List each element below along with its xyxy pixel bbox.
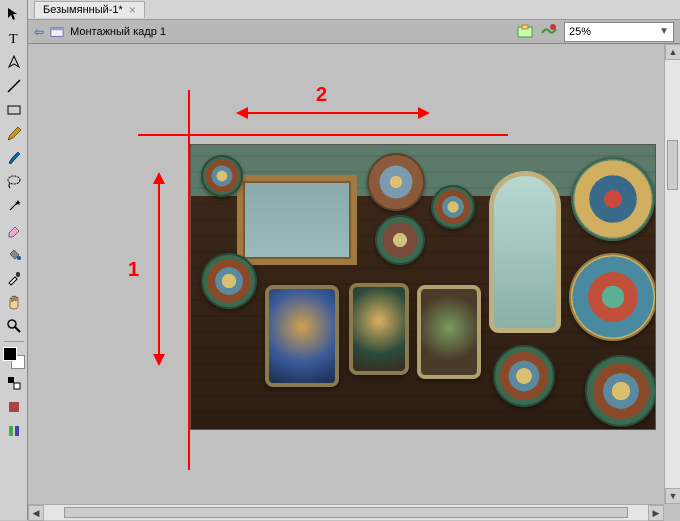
scene-title: Монтажный кадр 1 xyxy=(70,26,166,38)
scroll-left-icon[interactable]: ◀ xyxy=(28,505,44,521)
tab-bar: Безымянный-1* × xyxy=(0,0,680,20)
move-tool[interactable] xyxy=(3,3,25,25)
toolbox: T xyxy=(0,0,28,520)
chevron-down-icon: ▼ xyxy=(659,26,669,37)
scroll-right-icon[interactable]: ▶ xyxy=(648,505,664,521)
annotation-label-2: 2 xyxy=(316,84,327,107)
guide-vertical xyxy=(188,90,190,470)
scene-icon-a[interactable] xyxy=(516,23,534,41)
mode-a-icon[interactable] xyxy=(3,396,25,418)
vertical-scrollbar[interactable]: ▲ ▼ xyxy=(664,44,680,504)
bucket-tool[interactable] xyxy=(3,243,25,265)
document-header: ⇦ Монтажный кадр 1 25% ▼ xyxy=(28,20,680,44)
arrow-horizontal xyxy=(238,112,428,114)
arrow-vertical xyxy=(158,174,160,364)
lasso-tool[interactable] xyxy=(3,171,25,193)
annotation-label-1: 1 xyxy=(128,259,139,282)
back-icon[interactable]: ⇦ xyxy=(34,25,44,39)
scroll-thumb[interactable] xyxy=(667,140,678,190)
guide-horizontal xyxy=(138,134,508,136)
zoom-tool[interactable] xyxy=(3,315,25,337)
wand-tool[interactable] xyxy=(3,195,25,217)
scene-icon-b[interactable] xyxy=(540,23,558,41)
document-tab[interactable]: Безымянный-1* × xyxy=(34,1,145,18)
canvas-image xyxy=(190,144,656,430)
scroll-up-icon[interactable]: ▲ xyxy=(665,44,680,60)
line-tool[interactable] xyxy=(3,75,25,97)
eraser-tool[interactable] xyxy=(3,219,25,241)
color-swatch[interactable] xyxy=(3,347,25,369)
tab-label: Безымянный-1* xyxy=(43,4,123,16)
separator xyxy=(4,341,24,342)
close-icon[interactable]: × xyxy=(129,4,136,16)
scroll-down-icon[interactable]: ▼ xyxy=(665,488,680,504)
rect-tool[interactable] xyxy=(3,99,25,121)
scroll-thumb[interactable] xyxy=(64,507,628,518)
scene-icon xyxy=(50,25,64,39)
pen-tool[interactable] xyxy=(3,51,25,73)
text-tool[interactable]: T xyxy=(3,27,25,49)
brush-tool[interactable] xyxy=(3,147,25,169)
pencil-tool[interactable] xyxy=(3,123,25,145)
mode-b-icon[interactable] xyxy=(3,420,25,442)
horizontal-scrollbar[interactable]: ◀ ▶ xyxy=(28,504,664,520)
svg-text:T: T xyxy=(9,32,18,46)
zoom-value: 25% xyxy=(569,26,591,38)
eyedrop-tool[interactable] xyxy=(3,267,25,289)
zoom-select[interactable]: 25% ▼ xyxy=(564,22,674,42)
hand-tool[interactable] xyxy=(3,291,25,313)
canvas-area: 1 2 ▲ ▼ ◀ ▶ xyxy=(28,44,680,520)
swatch-toggle[interactable] xyxy=(3,372,25,394)
